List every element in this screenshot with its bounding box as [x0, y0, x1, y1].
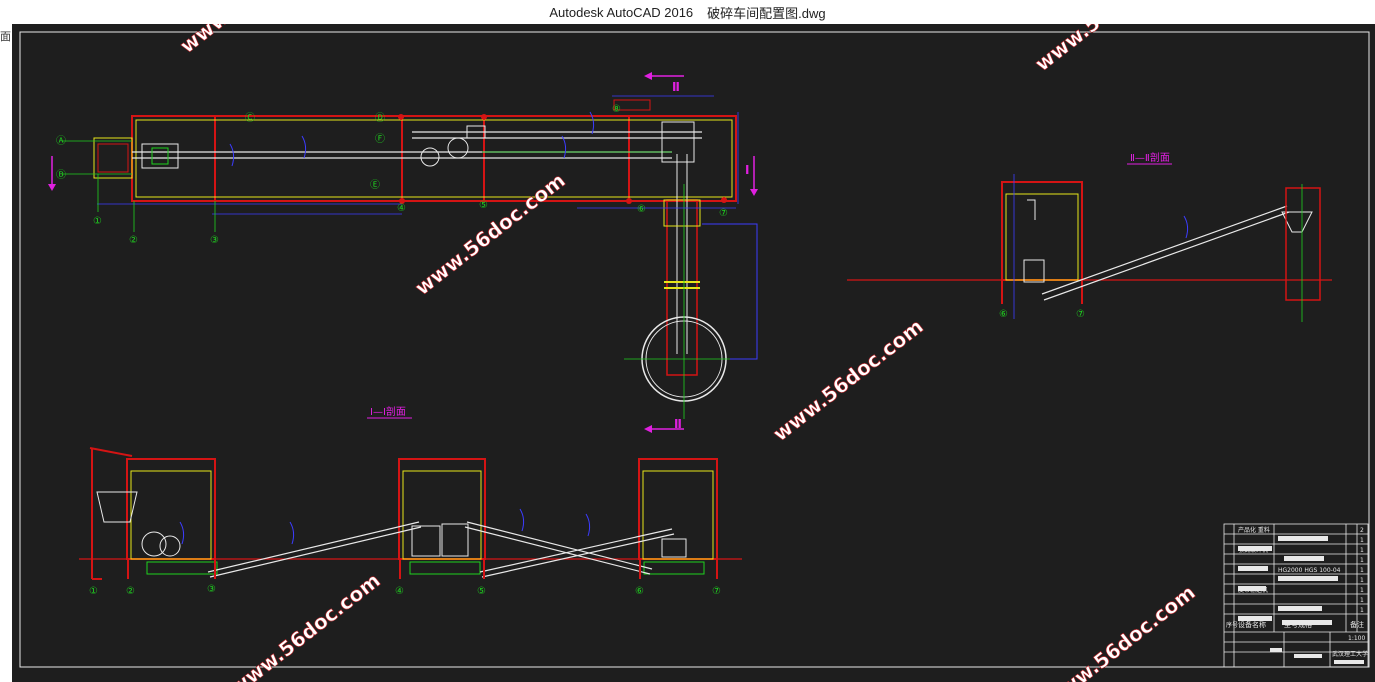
svg-text:1: 1 — [1360, 607, 1364, 614]
file-name: 破碎车间配置图.dwg — [707, 5, 826, 21]
plan-marker-e: Ⓔ — [370, 179, 380, 191]
title-block-fills — [1238, 536, 1364, 664]
svg-text:1: 1 — [1360, 537, 1364, 544]
tb-item-1: 产品化 重料 — [1238, 526, 1270, 534]
section-arrow-top: Ⅱ — [672, 80, 680, 94]
tb-item-5: HG2000 HGS 100-04 — [1278, 567, 1341, 574]
svg-text:1: 1 — [1360, 587, 1364, 594]
tb-item-3: 颚式破碎机 — [1238, 546, 1268, 554]
app-name: Autodesk AutoCAD 2016 — [549, 4, 694, 20]
plan-marker-5: ⑤ — [479, 200, 488, 211]
plan-marker-f: Ⓕ — [375, 133, 385, 145]
section-arrow-right: Ⅰ — [745, 163, 749, 177]
watermark-1: www.56doc.com — [410, 168, 569, 300]
plan-grid-markers: ① ② ③ ④ ⑤ ⑥ ⑦ ⑧ Ⓐ Ⓑ Ⓒ Ⓓ Ⓔ Ⓕ — [56, 104, 728, 246]
left-panel-stub: 面 — [0, 24, 12, 682]
drawing-canvas[interactable]: ① ② ③ ④ ⑤ ⑥ ⑦ ⑧ Ⓐ Ⓑ Ⓒ Ⓓ Ⓔ Ⓕ Ⅱ Ⅱ Ⅰ Ⅱ—Ⅱ剖面 — [12, 24, 1375, 682]
section1-marker-7: ⑦ — [712, 586, 721, 597]
svg-text:1: 1 — [1360, 597, 1364, 604]
plan-marker-a: Ⓐ — [56, 135, 66, 147]
tb-item-7: 皮带输送机 — [1238, 586, 1268, 594]
watermarks: www.56doc.com www.56doc.com www.56doc.co… — [175, 24, 1200, 682]
plan-marker-b: Ⓑ — [56, 169, 66, 181]
title-block-text: 产品化 重料 颚式破碎机 HG2000 HGS 100-04 皮带输送机 设备名… — [1226, 526, 1368, 658]
plan-marker-d: Ⓓ — [375, 112, 385, 124]
section-1-title: Ⅰ—Ⅰ剖面 — [370, 405, 406, 418]
section1-marker-3: ③ — [207, 584, 216, 595]
window-title-bar: Autodesk AutoCAD 2016 破碎车间配置图.dwg — [0, 0, 1375, 24]
plan-marker-3: ③ — [210, 235, 219, 246]
section2-marker-7: ⑦ — [1076, 309, 1085, 320]
svg-text:2: 2 — [1360, 527, 1364, 534]
tb-row-no: 序号 — [1226, 621, 1238, 629]
watermark-2: www.56doc.com — [768, 314, 927, 446]
tb-scale: 1:100 — [1348, 635, 1365, 642]
watermark-5: www.56doc.com — [225, 568, 384, 682]
section-2-view — [847, 163, 1332, 322]
tb-col-name: 设备名称 — [1238, 620, 1266, 629]
plan-marker-8: ⑧ — [612, 104, 621, 115]
tb-col-model: 型号规格 — [1284, 620, 1312, 629]
svg-text:1: 1 — [1360, 567, 1364, 574]
section1-marker-5: ⑤ — [477, 586, 486, 597]
svg-text:1: 1 — [1360, 577, 1364, 584]
section1-marker-4: ④ — [395, 586, 404, 597]
left-stub-char: 面 — [0, 31, 11, 43]
svg-text:1: 1 — [1360, 547, 1364, 554]
plan-marker-2: ② — [129, 235, 138, 246]
title-block — [1223, 523, 1369, 668]
plan-marker-7: ⑦ — [719, 208, 728, 219]
section2-marker-6: ⑥ — [999, 309, 1008, 320]
plan-marker-1: ① — [93, 216, 102, 227]
section-1-view — [79, 417, 742, 580]
section1-marker-6: ⑥ — [635, 586, 644, 597]
svg-text:1: 1 — [1360, 557, 1364, 564]
section1-marker-2: ② — [126, 586, 135, 597]
plan-marker-6: ⑥ — [637, 204, 646, 215]
section1-marker-1: ① — [89, 586, 98, 597]
plan-marker-c: Ⓒ — [245, 112, 255, 124]
plan-view — [48, 72, 758, 433]
section-2-title: Ⅱ—Ⅱ剖面 — [1130, 151, 1170, 164]
tb-col-note: 备注 — [1350, 620, 1364, 629]
plan-marker-4: ④ — [397, 203, 406, 214]
section-arrow-bottom: Ⅱ — [674, 417, 682, 431]
tb-school: 武汉理工大学 — [1332, 650, 1368, 658]
watermark-3: www.56doc.com — [175, 24, 334, 58]
